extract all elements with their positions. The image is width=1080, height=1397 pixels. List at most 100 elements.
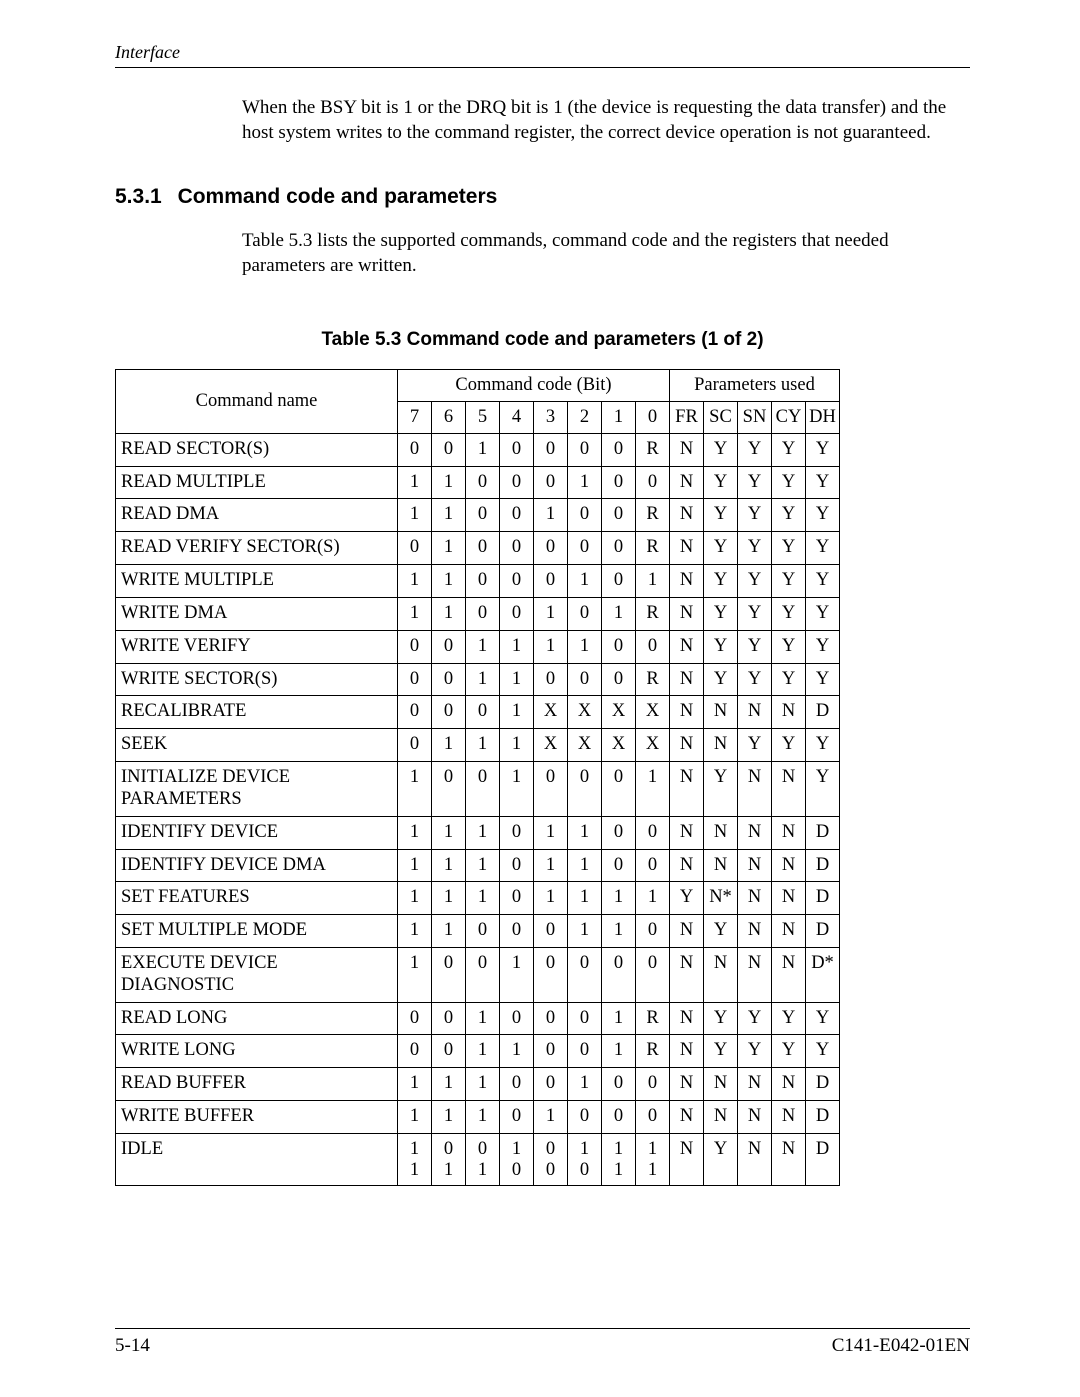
bit-cell: 0 — [500, 532, 534, 565]
bit-cell: 1 — [432, 915, 466, 948]
bit-cell: 0 — [534, 1068, 568, 1101]
bit-cell: 0 — [636, 630, 670, 663]
bit-cell: 1 — [500, 630, 534, 663]
bit-cell: 0 — [432, 630, 466, 663]
bit-cell: R — [636, 663, 670, 696]
param-cell: Y — [738, 663, 772, 696]
param-cell: D — [806, 696, 840, 729]
bit-cell: 0 — [500, 433, 534, 466]
bit-cell: 0 — [636, 466, 670, 499]
param-cell: Y — [806, 466, 840, 499]
intro-paragraph: When the BSY bit is 1 or the DRQ bit is … — [242, 96, 970, 145]
bit-cell: 1 — [466, 882, 500, 915]
bit-cell: 0 — [466, 948, 500, 1003]
param-cell: Y — [704, 466, 738, 499]
col-header-bit: 3 — [534, 401, 568, 433]
param-cell: N — [772, 816, 806, 849]
param-cell: N — [772, 1068, 806, 1101]
bit-cell: 0 — [398, 729, 432, 762]
param-cell: N — [670, 696, 704, 729]
bit-cell: 1 — [534, 499, 568, 532]
col-header-code-group: Command code (Bit) — [398, 369, 670, 401]
bit-cell: 1 — [568, 915, 602, 948]
bit-cell: 1 — [602, 1002, 636, 1035]
param-cell: N — [738, 1068, 772, 1101]
bit-cell: 1 — [534, 630, 568, 663]
param-cell: N — [670, 499, 704, 532]
bit-cell: 1 — [398, 597, 432, 630]
command-name-cell: SEEK — [116, 729, 398, 762]
bit-cell: 0 — [534, 466, 568, 499]
bit-cell: 1 — [568, 1068, 602, 1101]
bit-cell: 1 — [432, 849, 466, 882]
bit-cell: 0 — [466, 597, 500, 630]
bit-cell: 1 — [466, 630, 500, 663]
col-header-bit: 4 — [500, 401, 534, 433]
param-cell: D — [806, 1101, 840, 1134]
bit-cell: 0 — [602, 1068, 636, 1101]
bit-cell: 1 — [432, 499, 466, 532]
param-cell: N — [704, 729, 738, 762]
bit-cell: 0 — [602, 762, 636, 817]
param-cell: Y — [738, 1002, 772, 1035]
bit-cell: 1 — [466, 433, 500, 466]
bit-cell: 0 — [568, 597, 602, 630]
table-caption: Table 5.3 Command code and parameters (1… — [115, 329, 970, 351]
command-name-cell: INITIALIZE DEVICE PARAMETERS — [116, 762, 398, 817]
bit-cell: 0 — [500, 565, 534, 598]
bit-cell: 0 — [534, 915, 568, 948]
bit-cell: 1 — [432, 1101, 466, 1134]
command-name-cell: READ LONG — [116, 1002, 398, 1035]
col-header-param: FR — [670, 401, 704, 433]
bit-cell: 0 — [568, 1002, 602, 1035]
table-row: INITIALIZE DEVICE PARAMETERS10010001NYNN… — [116, 762, 840, 817]
bit-cell: 0 — [398, 433, 432, 466]
bit-cell: 1 — [534, 816, 568, 849]
param-cell: Y — [772, 532, 806, 565]
param-cell: D — [806, 849, 840, 882]
bit-cell: 1 — [466, 816, 500, 849]
param-cell: N — [772, 882, 806, 915]
table-row: WRITE MULTIPLE11000101NYYYY — [116, 565, 840, 598]
param-cell: Y — [738, 499, 772, 532]
param-cell: Y — [806, 663, 840, 696]
bit-cell: 1 — [398, 1101, 432, 1134]
param-cell: N — [670, 630, 704, 663]
col-header-bit: 2 — [568, 401, 602, 433]
bit-cell: 0 — [466, 762, 500, 817]
table-row: READ VERIFY SECTOR(S)0100000RNYYYY — [116, 532, 840, 565]
param-cell: Y — [670, 882, 704, 915]
param-cell: N — [738, 849, 772, 882]
bit-cell: 1 — [534, 1101, 568, 1134]
bit-cell: 0 — [432, 762, 466, 817]
command-name-cell: SET FEATURES — [116, 882, 398, 915]
bit-cell: 0 — [500, 499, 534, 532]
bit-cell: 0 — [534, 1002, 568, 1035]
bit-cell: 0 — [568, 1101, 602, 1134]
param-cell: D — [806, 1068, 840, 1101]
document-id: C141-E042-01EN — [832, 1335, 970, 1357]
bit-cell: 1 — [500, 663, 534, 696]
bit-cell: 0 — [636, 1101, 670, 1134]
command-name-cell: READ DMA — [116, 499, 398, 532]
param-cell: N — [670, 729, 704, 762]
param-cell: N — [738, 696, 772, 729]
bit-cell: 0 — [602, 849, 636, 882]
bit-cell: 0 — [534, 1035, 568, 1068]
bit-cell: 0 — [568, 1035, 602, 1068]
table-row: WRITE DMA1100101RNYYYY — [116, 597, 840, 630]
bit-cell: 1 — [568, 630, 602, 663]
command-name-cell: WRITE SECTOR(S) — [116, 663, 398, 696]
param-cell: Y — [806, 565, 840, 598]
param-cell: N* — [704, 882, 738, 915]
bit-cell: X — [636, 729, 670, 762]
param-cell: N — [670, 433, 704, 466]
bit-cell: 0 — [636, 1068, 670, 1101]
table-row: WRITE BUFFER11101000NNNND — [116, 1101, 840, 1134]
bit-cell: X — [534, 696, 568, 729]
page-footer: 5-14 C141-E042-01EN — [115, 1328, 970, 1357]
command-table: Command nameCommand code (Bit)Parameters… — [115, 369, 840, 1187]
param-cell: Y — [806, 729, 840, 762]
param-cell: N — [704, 816, 738, 849]
bit-cell: 01 — [432, 1133, 466, 1185]
